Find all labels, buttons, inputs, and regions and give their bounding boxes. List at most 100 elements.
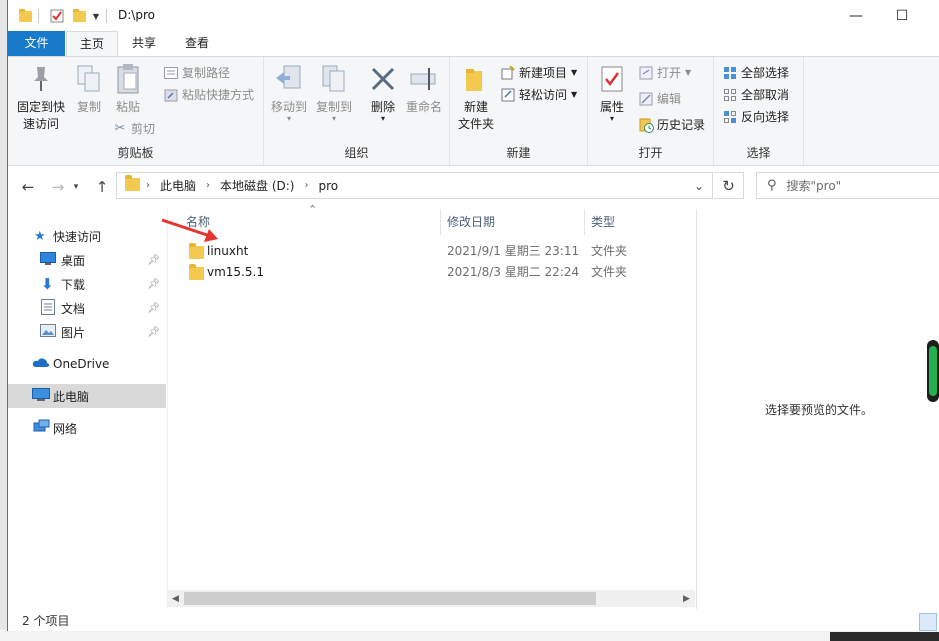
properties-check-icon[interactable] [48,6,66,26]
preview-pane: 选择要预览的文件。 [696,209,939,609]
background-bottom-right [830,632,939,641]
quick-access-dropdown-icon[interactable]: ▼ [90,6,102,26]
pin-quick-access-button[interactable]: 固定到快 速访问 [12,63,70,133]
select-group-label: 选择 [746,146,771,160]
pin-icon[interactable]: 📌︎ [147,303,160,314]
nav-item-desktop[interactable]: 桌面 📌︎ [8,248,166,272]
select-all-button[interactable]: 全部选择 [722,63,789,83]
rename-icon [408,63,440,95]
preview-empty-text: 选择要预览的文件。 [764,403,873,417]
rename-label: 重命名 [405,100,442,114]
table-row[interactable]: vm15.5.1 2021/8/3 星期二 22:24 文件夹 [168,262,696,283]
search-input[interactable]: ⚲ 搜索"pro" [756,172,939,199]
tab-home[interactable]: 主页 [66,31,118,56]
new-item-caret-icon: ▼ [571,68,578,77]
paste-button[interactable]: 粘贴 [109,63,147,116]
document-icon [41,298,55,318]
pin-icon[interactable]: 📌︎ [147,327,160,338]
breadcrumb-separator-icon[interactable]: › [146,180,150,191]
download-arrow-icon: ⬇ [41,275,54,293]
rename-button[interactable]: 重命名 [402,63,446,116]
cut-label: 剪切 [131,122,156,136]
tab-view[interactable]: 查看 [170,31,224,56]
column-header-date[interactable]: 修改日期 [447,209,495,235]
up-arrow-icon[interactable]: ↑ [92,176,112,198]
open-button[interactable]: 打开 ▼ [638,63,691,83]
forward-arrow-icon[interactable]: → [48,176,68,198]
pin-icon[interactable]: 📌︎ [147,255,160,266]
nav-this-pc[interactable]: 此电脑 [8,384,166,408]
nav-item-label: 图片 [61,325,86,340]
new-group-label: 新建 [506,146,531,160]
new-group: 新建 文件夹 新建项目 ▼ 轻松访问 ▼ 新建 [450,57,588,165]
paste-shortcut-button[interactable]: 粘贴快捷方式 [163,85,254,105]
easy-access-icon [500,87,516,103]
history-button[interactable]: 历史记录 [638,115,705,135]
open-group-label: 打开 [638,146,663,160]
breadcrumb-this-pc[interactable]: 此电脑 [160,177,196,194]
nav-network[interactable]: 网络 [8,416,166,440]
cut-button[interactable]: ✂ 剪切 [112,119,155,139]
annotation-arrow-icon [161,218,218,242]
organize-group: 移动到 ▾ 复制到 ▾ 删除 ▾ 重命名 组织 [264,57,450,165]
new-folder-quick-icon[interactable] [70,6,88,26]
nav-onedrive[interactable]: OneDrive [8,352,166,376]
scroll-left-icon[interactable]: ◀ [167,590,184,607]
breadcrumb-pro[interactable]: pro [318,179,338,193]
pin-icon[interactable]: 📌︎ [147,279,160,290]
nav-quick-access[interactable]: ★ 快速访问 [8,224,166,248]
easy-access-button[interactable]: 轻松访问 ▼ [500,85,577,105]
new-folder-button[interactable]: 新建 文件夹 [454,63,498,133]
edit-button[interactable]: 编辑 [638,89,681,109]
details-view-icon[interactable] [919,613,937,631]
divider [38,6,39,26]
back-arrow-icon[interactable]: ← [18,176,38,198]
clipboard-group: 固定到快 速访问 复制 粘贴 复制路径 粘贴快捷方式 ✂ 剪切 剪贴板 [8,57,264,165]
picture-icon [40,324,56,340]
copy-button[interactable]: 复制 [70,63,108,116]
select-group: 全部选择 全部取消 反向选择 选择 [714,57,804,165]
breadcrumb-separator-icon[interactable]: › [304,180,308,191]
refresh-icon[interactable]: ↻ [714,172,744,199]
paste-shortcut-icon [163,87,179,103]
horizontal-scrollbar[interactable]: ◀ ▶ [167,590,695,607]
nav-item-label: 下载 [61,277,86,292]
maximize-button[interactable]: ☐ [879,0,925,31]
computer-icon [32,387,50,405]
breadcrumb-drive-d[interactable]: 本地磁盘 (D:) [220,177,294,194]
new-item-button[interactable]: 新建项目 ▼ [500,63,577,83]
invert-selection-button[interactable]: 反向选择 [722,107,789,127]
nav-onedrive-label: OneDrive [53,357,110,371]
side-handle[interactable] [927,340,939,402]
move-to-icon [273,63,305,95]
address-bar[interactable]: › 此电脑 › 本地磁盘 (D:) › pro ⌄ [116,172,713,199]
nav-item-pictures[interactable]: 图片 📌︎ [8,320,166,344]
scroll-right-icon[interactable]: ▶ [678,590,695,607]
properties-button[interactable]: 属性 ▾ [594,63,630,123]
select-none-button[interactable]: 全部取消 [722,85,789,105]
breadcrumb-separator-icon[interactable]: › [206,180,210,191]
column-divider[interactable] [440,209,441,235]
scrollbar-thumb[interactable] [184,592,596,605]
select-all-icon [722,65,738,81]
address-dropdown-icon[interactable]: ⌄ [694,179,704,193]
history-label: 历史记录 [657,118,706,132]
table-row[interactable]: linuxht 2021/9/1 星期三 23:11 文件夹 [168,241,696,262]
nav-item-downloads[interactable]: ⬇ 下载 📌︎ [8,272,166,296]
nav-item-documents[interactable]: 文档 📌︎ [8,296,166,320]
tab-file[interactable]: 文件 [8,31,65,56]
file-date: 2021/9/1 星期三 23:11 [447,244,580,258]
new-item-label: 新建项目 [519,66,568,80]
network-icon [32,419,50,437]
nav-quick-access-label: 快速访问 [53,229,102,244]
recent-locations-dropdown-icon[interactable]: ▾ [70,176,82,198]
delete-button[interactable]: 删除 ▾ [366,63,400,123]
minimize-button[interactable]: — [833,0,879,31]
column-header-type[interactable]: 类型 [591,209,615,235]
column-divider[interactable] [584,209,585,235]
copy-to-button[interactable]: 复制到 ▾ [312,63,356,123]
tab-share[interactable]: 共享 [118,31,170,56]
organize-group-label: 组织 [344,146,369,160]
move-to-button[interactable]: 移动到 ▾ [268,63,310,123]
copy-path-button[interactable]: 复制路径 [163,63,230,83]
